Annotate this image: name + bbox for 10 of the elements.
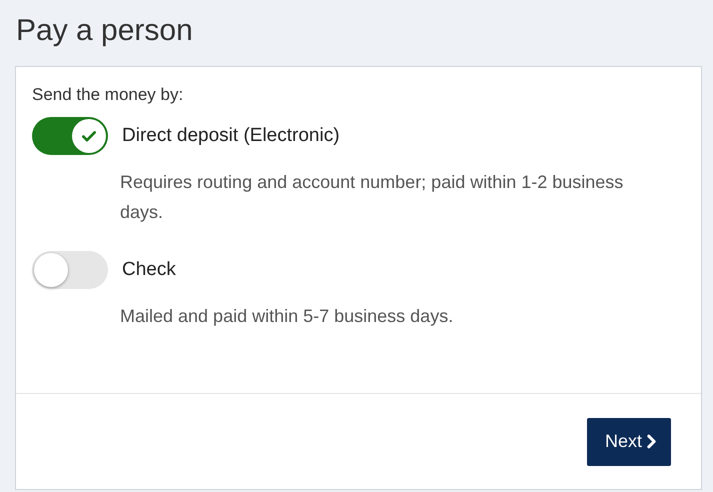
option-description: Requires routing and account number; paid within 1-2 business days.	[120, 171, 624, 224]
option-label: Check	[122, 259, 176, 281]
next-button[interactable]: Next	[586, 418, 671, 466]
option-label: Direct deposit (Electronic)	[122, 125, 340, 147]
option-description: Mailed and paid within 5-7 business days.	[120, 305, 454, 328]
chevron-right-icon	[646, 434, 657, 449]
toggle-switch[interactable]	[32, 251, 108, 289]
toggle-switch[interactable]	[32, 117, 108, 155]
page-title: Pay a person	[16, 13, 194, 49]
prompt-text: Send the money by:	[32, 85, 184, 105]
